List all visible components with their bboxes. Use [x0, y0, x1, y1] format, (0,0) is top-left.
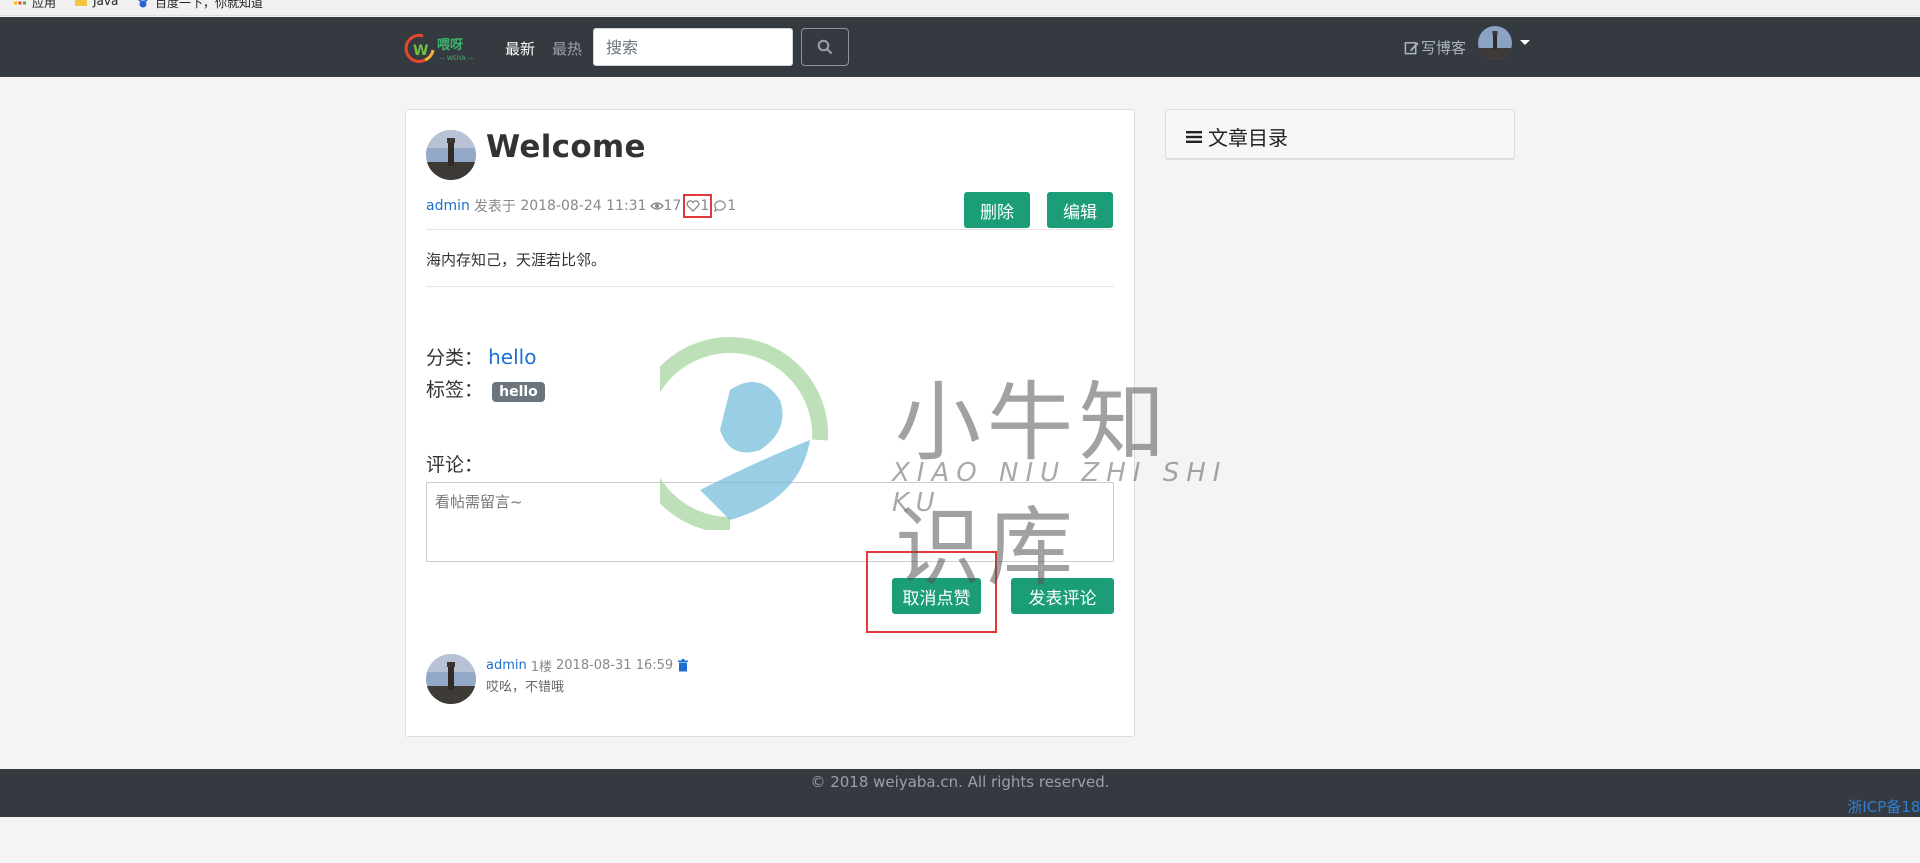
toc-panel: 文章目录 [1165, 109, 1515, 159]
edit-icon [1404, 42, 1419, 55]
posted-label: 发表于 [473, 199, 516, 215]
author-avatar[interactable] [426, 130, 476, 180]
commenter-avatar[interactable] [426, 654, 476, 704]
list-icon [1186, 130, 1202, 143]
heart-icon [686, 200, 700, 212]
bookmark-label: 应用 [32, 0, 57, 10]
post-title: Welcome [486, 129, 646, 165]
icp-link[interactable]: 浙ICP备18035508号 [960, 796, 1920, 817]
bookmarks-bar: 应用 Java 百度一下，你就知道 [0, 0, 1920, 16]
comment-meta: admin 1楼 2018-08-31 16:59 [486, 656, 689, 675]
tags-label: 标签： [426, 379, 484, 401]
search-button[interactable] [801, 28, 849, 66]
like-stat[interactable]: 1 [683, 194, 713, 218]
post-body: 海内存知己，天涯若比邻。 [426, 251, 607, 269]
comment-label: 评论： [426, 454, 484, 476]
toc-title-row: 文章目录 [1186, 122, 1288, 151]
submit-comment-button[interactable]: 发表评论 [1011, 578, 1114, 614]
delete-button[interactable]: 删除 [964, 192, 1030, 228]
category-link[interactable]: hello [488, 345, 536, 369]
unlike-button[interactable]: 取消点赞 [892, 578, 981, 614]
nav-hot[interactable]: 最热 [552, 38, 582, 59]
divider [426, 286, 1114, 287]
category-row: 分类： hello [426, 343, 536, 370]
comment-text: 哎吆，不错哦 [486, 680, 565, 695]
copyright-text: © 2018 weiyaba.cn. All rights reserved. [810, 773, 1110, 791]
user-avatar[interactable] [1478, 26, 1512, 60]
page-footer: © 2018 weiyaba.cn. All rights reserved. … [0, 769, 1920, 817]
eye-icon [649, 202, 664, 210]
site-logo[interactable]: W 喂呀 — WEIYA — [403, 30, 479, 66]
search-input[interactable] [593, 28, 793, 66]
comment-floor: 1楼 [530, 660, 553, 675]
comment-textarea[interactable] [426, 482, 1114, 562]
svg-text:— WEIYA —: — WEIYA — [439, 55, 474, 62]
comments-stat: 1 [714, 198, 736, 214]
article-card: Welcome admin 发表于 2018-08-24 11:31 17 1 … [405, 109, 1135, 737]
tags-row: 标签： hello [426, 375, 545, 402]
toc-title: 文章目录 [1208, 126, 1288, 150]
svg-text:W: W [413, 43, 428, 59]
top-navbar: W 喂呀 — WEIYA — 最新 最热 写博客 [0, 17, 1920, 77]
views-count: 17 [663, 198, 682, 214]
likes-count: 1 [700, 198, 710, 214]
bookmark-label: Java [93, 0, 119, 8]
user-menu-caret-icon[interactable] [1520, 40, 1530, 45]
bookmark-label: 百度一下，你就知道 [155, 0, 264, 10]
write-blog-link[interactable]: 写博客 [1404, 37, 1466, 58]
category-label: 分类： [426, 347, 484, 369]
bookmark-baidu[interactable]: 百度一下，你就知道 [137, 0, 263, 11]
search-icon [817, 39, 833, 55]
post-meta: admin 发表于 2018-08-24 11:31 17 1 1 [426, 194, 736, 218]
nav-latest[interactable]: 最新 [505, 38, 535, 59]
comment-datetime: 2018-08-31 16:59 [556, 658, 674, 673]
apps-grid-icon [14, 0, 26, 9]
folder-icon [75, 0, 87, 7]
comment-author-link[interactable]: admin [486, 658, 527, 673]
comments-count: 1 [727, 198, 737, 214]
comment-bubble-icon [714, 200, 726, 212]
trash-icon[interactable] [677, 659, 689, 672]
post-author-link[interactable]: admin [426, 198, 470, 214]
baidu-paw-icon [137, 0, 149, 9]
tag-badge[interactable]: hello [492, 382, 545, 402]
svg-text:喂呀: 喂呀 [437, 38, 463, 53]
bookmark-apps[interactable]: 应用 [14, 0, 56, 11]
edit-button[interactable]: 编辑 [1047, 192, 1113, 228]
bookmark-java[interactable]: Java [75, 0, 118, 8]
post-datetime: 2018-08-24 11:31 [520, 198, 647, 214]
write-blog-label: 写博客 [1421, 39, 1467, 57]
views-stat: 17 [649, 198, 682, 214]
divider [426, 229, 1114, 230]
